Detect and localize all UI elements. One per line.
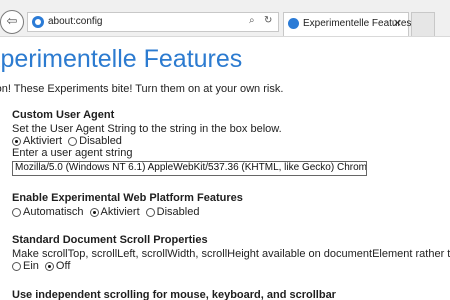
section-custom-user-agent: Custom User Agent Set the User Agent Str… bbox=[12, 109, 367, 176]
back-button[interactable]: ⇦ bbox=[0, 10, 24, 34]
section-title: Standard Document Scroll Properties bbox=[12, 234, 208, 246]
new-tab-button[interactable] bbox=[411, 12, 435, 36]
radio-label: Automatisch bbox=[23, 206, 84, 218]
page-title: xperimentelle Features bbox=[0, 45, 243, 73]
radio-disabled[interactable]: Disabled bbox=[145, 206, 200, 218]
page-content: xperimentelle Features ution! These Expe… bbox=[0, 37, 450, 300]
section-title: Custom User Agent bbox=[12, 109, 115, 121]
section-scroll-properties: Standard Document Scroll Properties Make… bbox=[12, 234, 450, 272]
address-url: about:config bbox=[48, 16, 103, 27]
radio-disabled[interactable]: Disabled bbox=[68, 135, 122, 147]
section-description: Set the User Agent String to the string … bbox=[12, 123, 282, 135]
radio-label: Aktiviert bbox=[23, 135, 63, 147]
section-title: Enable Experimental Web Platform Feature… bbox=[12, 192, 243, 204]
section-independent-scrolling: Use independent scrolling for mouse, key… bbox=[12, 289, 336, 300]
radio-checked-icon[interactable] bbox=[44, 261, 54, 271]
radio-aktiviert[interactable]: Aktiviert bbox=[12, 135, 62, 147]
search-icon[interactable]: ⌕ bbox=[249, 15, 255, 26]
radio-label: Disabled bbox=[79, 135, 122, 147]
reload-icon[interactable]: ↻ bbox=[264, 15, 272, 26]
radio-unchecked-icon[interactable] bbox=[145, 207, 155, 217]
section-description: Make scrollTop, scrollLeft, scrollWidth,… bbox=[12, 248, 450, 260]
browser-chrome: ⇦ about:config ⌕ ↻ Experimentelle Featur… bbox=[0, 0, 450, 37]
radio-label: Disabled bbox=[156, 206, 200, 218]
radio-unchecked-icon[interactable] bbox=[12, 207, 21, 217]
radio-checked-icon[interactable] bbox=[89, 207, 99, 217]
radio-label: Off bbox=[55, 260, 71, 272]
page-icon bbox=[32, 16, 44, 28]
warning-text: ution! These Experiments bite! Turn them… bbox=[0, 83, 284, 95]
tab-experimental-features[interactable]: Experimentelle Features × bbox=[283, 12, 411, 36]
radio-checked-icon[interactable] bbox=[12, 136, 21, 146]
radio-unchecked-icon[interactable] bbox=[12, 261, 21, 271]
back-arrow-icon: ⇦ bbox=[6, 14, 18, 29]
radio-label: Ein bbox=[23, 260, 39, 272]
radio-aktiviert[interactable]: Aktiviert bbox=[89, 206, 140, 218]
web-radio-group: Automatisch Aktiviert Disabled bbox=[12, 206, 243, 218]
section-experimental-web-platform: Enable Experimental Web Platform Feature… bbox=[12, 192, 243, 218]
radio-unchecked-icon[interactable] bbox=[68, 136, 78, 146]
input-label: Enter a user agent string bbox=[12, 147, 133, 159]
address-bar[interactable]: about:config ⌕ ↻ bbox=[27, 12, 279, 32]
user-agent-input[interactable]: Mozilla/5.0 (Windows NT 6.1) AppleWebKit… bbox=[12, 161, 367, 176]
scroll-radio-group: Ein Off bbox=[12, 260, 450, 272]
radio-ein[interactable]: Ein bbox=[12, 260, 39, 272]
radio-off[interactable]: Off bbox=[44, 260, 71, 272]
tab-page-icon bbox=[288, 18, 299, 29]
radio-label: Aktiviert bbox=[100, 206, 140, 218]
tab-close-icon[interactable]: × bbox=[393, 16, 402, 29]
radio-automatisch[interactable]: Automatisch bbox=[12, 206, 84, 218]
ua-radio-group: Aktiviert Disabled bbox=[12, 135, 367, 147]
section-title: Use independent scrolling for mouse, key… bbox=[12, 289, 336, 300]
